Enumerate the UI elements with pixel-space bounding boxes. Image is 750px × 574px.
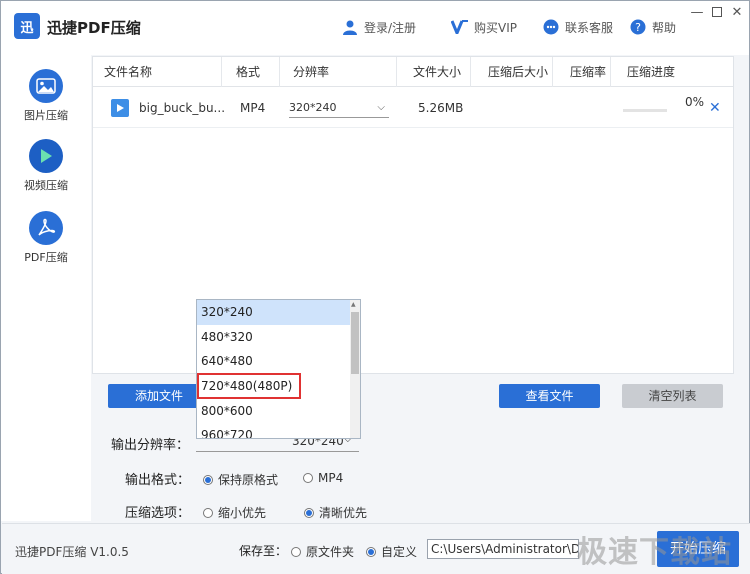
resolution-value: 320*240 bbox=[289, 101, 337, 114]
help-label: 帮助 bbox=[652, 20, 677, 35]
radio-label: 清晰优先 bbox=[319, 506, 368, 520]
maximize-icon[interactable] bbox=[706, 3, 728, 21]
radio-dot bbox=[291, 546, 301, 557]
save-to-label: 保存至： bbox=[239, 544, 288, 558]
chat-icon bbox=[542, 18, 560, 36]
dropdown-scrollbar[interactable]: ▲ bbox=[350, 300, 360, 438]
version-label: 迅捷PDF压缩 V1.0.5 bbox=[15, 545, 129, 559]
progress-bar bbox=[623, 109, 667, 112]
dropdown-option[interactable]: 960*720 bbox=[197, 423, 351, 438]
scroll-thumb[interactable] bbox=[351, 312, 359, 374]
table-header: 文件名称 格式 分辨率 文件大小 压缩后大小 压缩率 压缩进度 bbox=[93, 57, 733, 87]
save-custom-radio[interactable]: 自定义 bbox=[366, 543, 417, 560]
radio-dot bbox=[203, 507, 213, 518]
chevron-down-icon: ⌵ bbox=[377, 102, 385, 113]
compress-clear-radio[interactable]: 清晰优先 bbox=[304, 504, 367, 521]
sidebar-item-label: 视频压缩 bbox=[24, 179, 68, 192]
clear-list-button[interactable]: 清空列表 bbox=[622, 384, 723, 408]
sidebar-item-image[interactable]: 图片压缩 bbox=[1, 69, 91, 123]
video-file-icon bbox=[111, 99, 129, 117]
sidebar-item-pdf[interactable]: PDF压缩 bbox=[1, 211, 91, 265]
sidebar-item-label: 图片压缩 bbox=[24, 109, 68, 122]
pdf-icon bbox=[29, 211, 63, 245]
resolution-select[interactable]: 320*240 ⌵ bbox=[289, 98, 389, 118]
radio-label: 自定义 bbox=[381, 545, 418, 559]
column-header: 压缩率 bbox=[553, 57, 611, 87]
highlight-box bbox=[197, 373, 301, 399]
format-keep-radio[interactable]: 保持原格式 bbox=[203, 471, 278, 488]
column-header: 压缩进度 bbox=[627, 65, 676, 79]
help-icon: ? bbox=[629, 18, 647, 36]
dropdown-option[interactable]: 480*320 bbox=[197, 325, 351, 350]
radio-label: MP4 bbox=[318, 471, 344, 485]
file-table: 文件名称 格式 分辨率 文件大小 压缩后大小 压缩率 压缩进度 big_buck… bbox=[92, 56, 734, 374]
radio-dot bbox=[203, 474, 213, 485]
resolution-dropdown-list: 320*240 480*320 640*480 720*480(480P) 80… bbox=[196, 299, 361, 439]
app-title: 迅捷PDF压缩 bbox=[47, 19, 141, 37]
column-header: 格式 bbox=[222, 57, 280, 87]
compress-option-label: 压缩选项： bbox=[125, 506, 191, 521]
dropdown-option[interactable]: 800*600 bbox=[197, 399, 351, 424]
vip-icon bbox=[451, 18, 469, 36]
help-button[interactable]: ? 帮助 bbox=[629, 18, 676, 36]
radio-label: 保持原格式 bbox=[218, 473, 279, 487]
file-size: 5.26MB bbox=[418, 101, 464, 115]
column-header: 压缩后大小 bbox=[471, 57, 553, 87]
scroll-up-icon[interactable]: ▲ bbox=[351, 301, 356, 308]
login-label: 登录/注册 bbox=[364, 20, 417, 35]
radio-label: 缩小优先 bbox=[218, 506, 267, 520]
column-header: 文件大小 bbox=[397, 57, 471, 87]
save-path-input[interactable]: C:\Users\Administrator\D bbox=[427, 539, 579, 559]
column-header: 分辨率 bbox=[280, 57, 397, 87]
radio-label: 原文件夹 bbox=[306, 545, 355, 559]
image-icon bbox=[29, 69, 63, 103]
radio-dot bbox=[366, 546, 376, 557]
support-button[interactable]: 联系客服 bbox=[542, 18, 613, 36]
add-file-button[interactable]: 添加文件 bbox=[108, 384, 210, 408]
watermark: 极速下载站 bbox=[577, 535, 732, 570]
output-format-label: 输出格式： bbox=[125, 473, 191, 488]
user-icon bbox=[341, 18, 359, 36]
vip-label: 购买VIP bbox=[474, 20, 517, 35]
app-logo-icon: 迅 bbox=[14, 13, 40, 39]
delete-row-icon[interactable]: ✕ bbox=[709, 88, 721, 128]
svg-text:?: ? bbox=[635, 21, 641, 34]
dropdown-option[interactable]: 640*480 bbox=[197, 349, 351, 374]
buy-vip-button[interactable]: 购买VIP bbox=[451, 18, 517, 36]
radio-dot bbox=[303, 473, 313, 483]
play-icon bbox=[29, 139, 63, 173]
view-file-button[interactable]: 查看文件 bbox=[499, 384, 600, 408]
minimize-icon[interactable]: — bbox=[686, 3, 708, 21]
progress-text: 0% bbox=[685, 95, 705, 109]
sidebar: 图片压缩 视频压缩 PDF压缩 bbox=[1, 55, 91, 521]
table-row[interactable]: big_buck_bu... MP4 320*240 ⌵ 5.26MB 0% ✕ bbox=[93, 88, 733, 128]
column-header: 文件名称 bbox=[93, 57, 222, 87]
file-format: MP4 bbox=[240, 101, 266, 115]
file-name: big_buck_bu... bbox=[139, 101, 226, 115]
output-resolution-label: 输出分辨率： bbox=[111, 438, 190, 453]
support-label: 联系客服 bbox=[565, 20, 614, 35]
sidebar-item-label: PDF压缩 bbox=[24, 251, 68, 264]
save-original-folder-radio[interactable]: 原文件夹 bbox=[291, 543, 354, 560]
sidebar-item-video[interactable]: 视频压缩 bbox=[1, 139, 91, 193]
app-window: 迅 迅捷PDF压缩 登录/注册 购买VIP 联系客服 ? 帮助 — ✕ 图片压缩… bbox=[0, 0, 750, 574]
close-icon[interactable]: ✕ bbox=[726, 3, 748, 21]
format-mp4-radio[interactable]: MP4 bbox=[303, 471, 343, 485]
compress-small-radio[interactable]: 缩小优先 bbox=[203, 504, 266, 521]
title-bar: 迅 迅捷PDF压缩 登录/注册 购买VIP 联系客服 ? 帮助 — ✕ bbox=[1, 1, 749, 55]
dropdown-option[interactable]: 320*240 bbox=[197, 300, 351, 325]
login-button[interactable]: 登录/注册 bbox=[341, 18, 416, 36]
radio-dot bbox=[304, 507, 314, 518]
